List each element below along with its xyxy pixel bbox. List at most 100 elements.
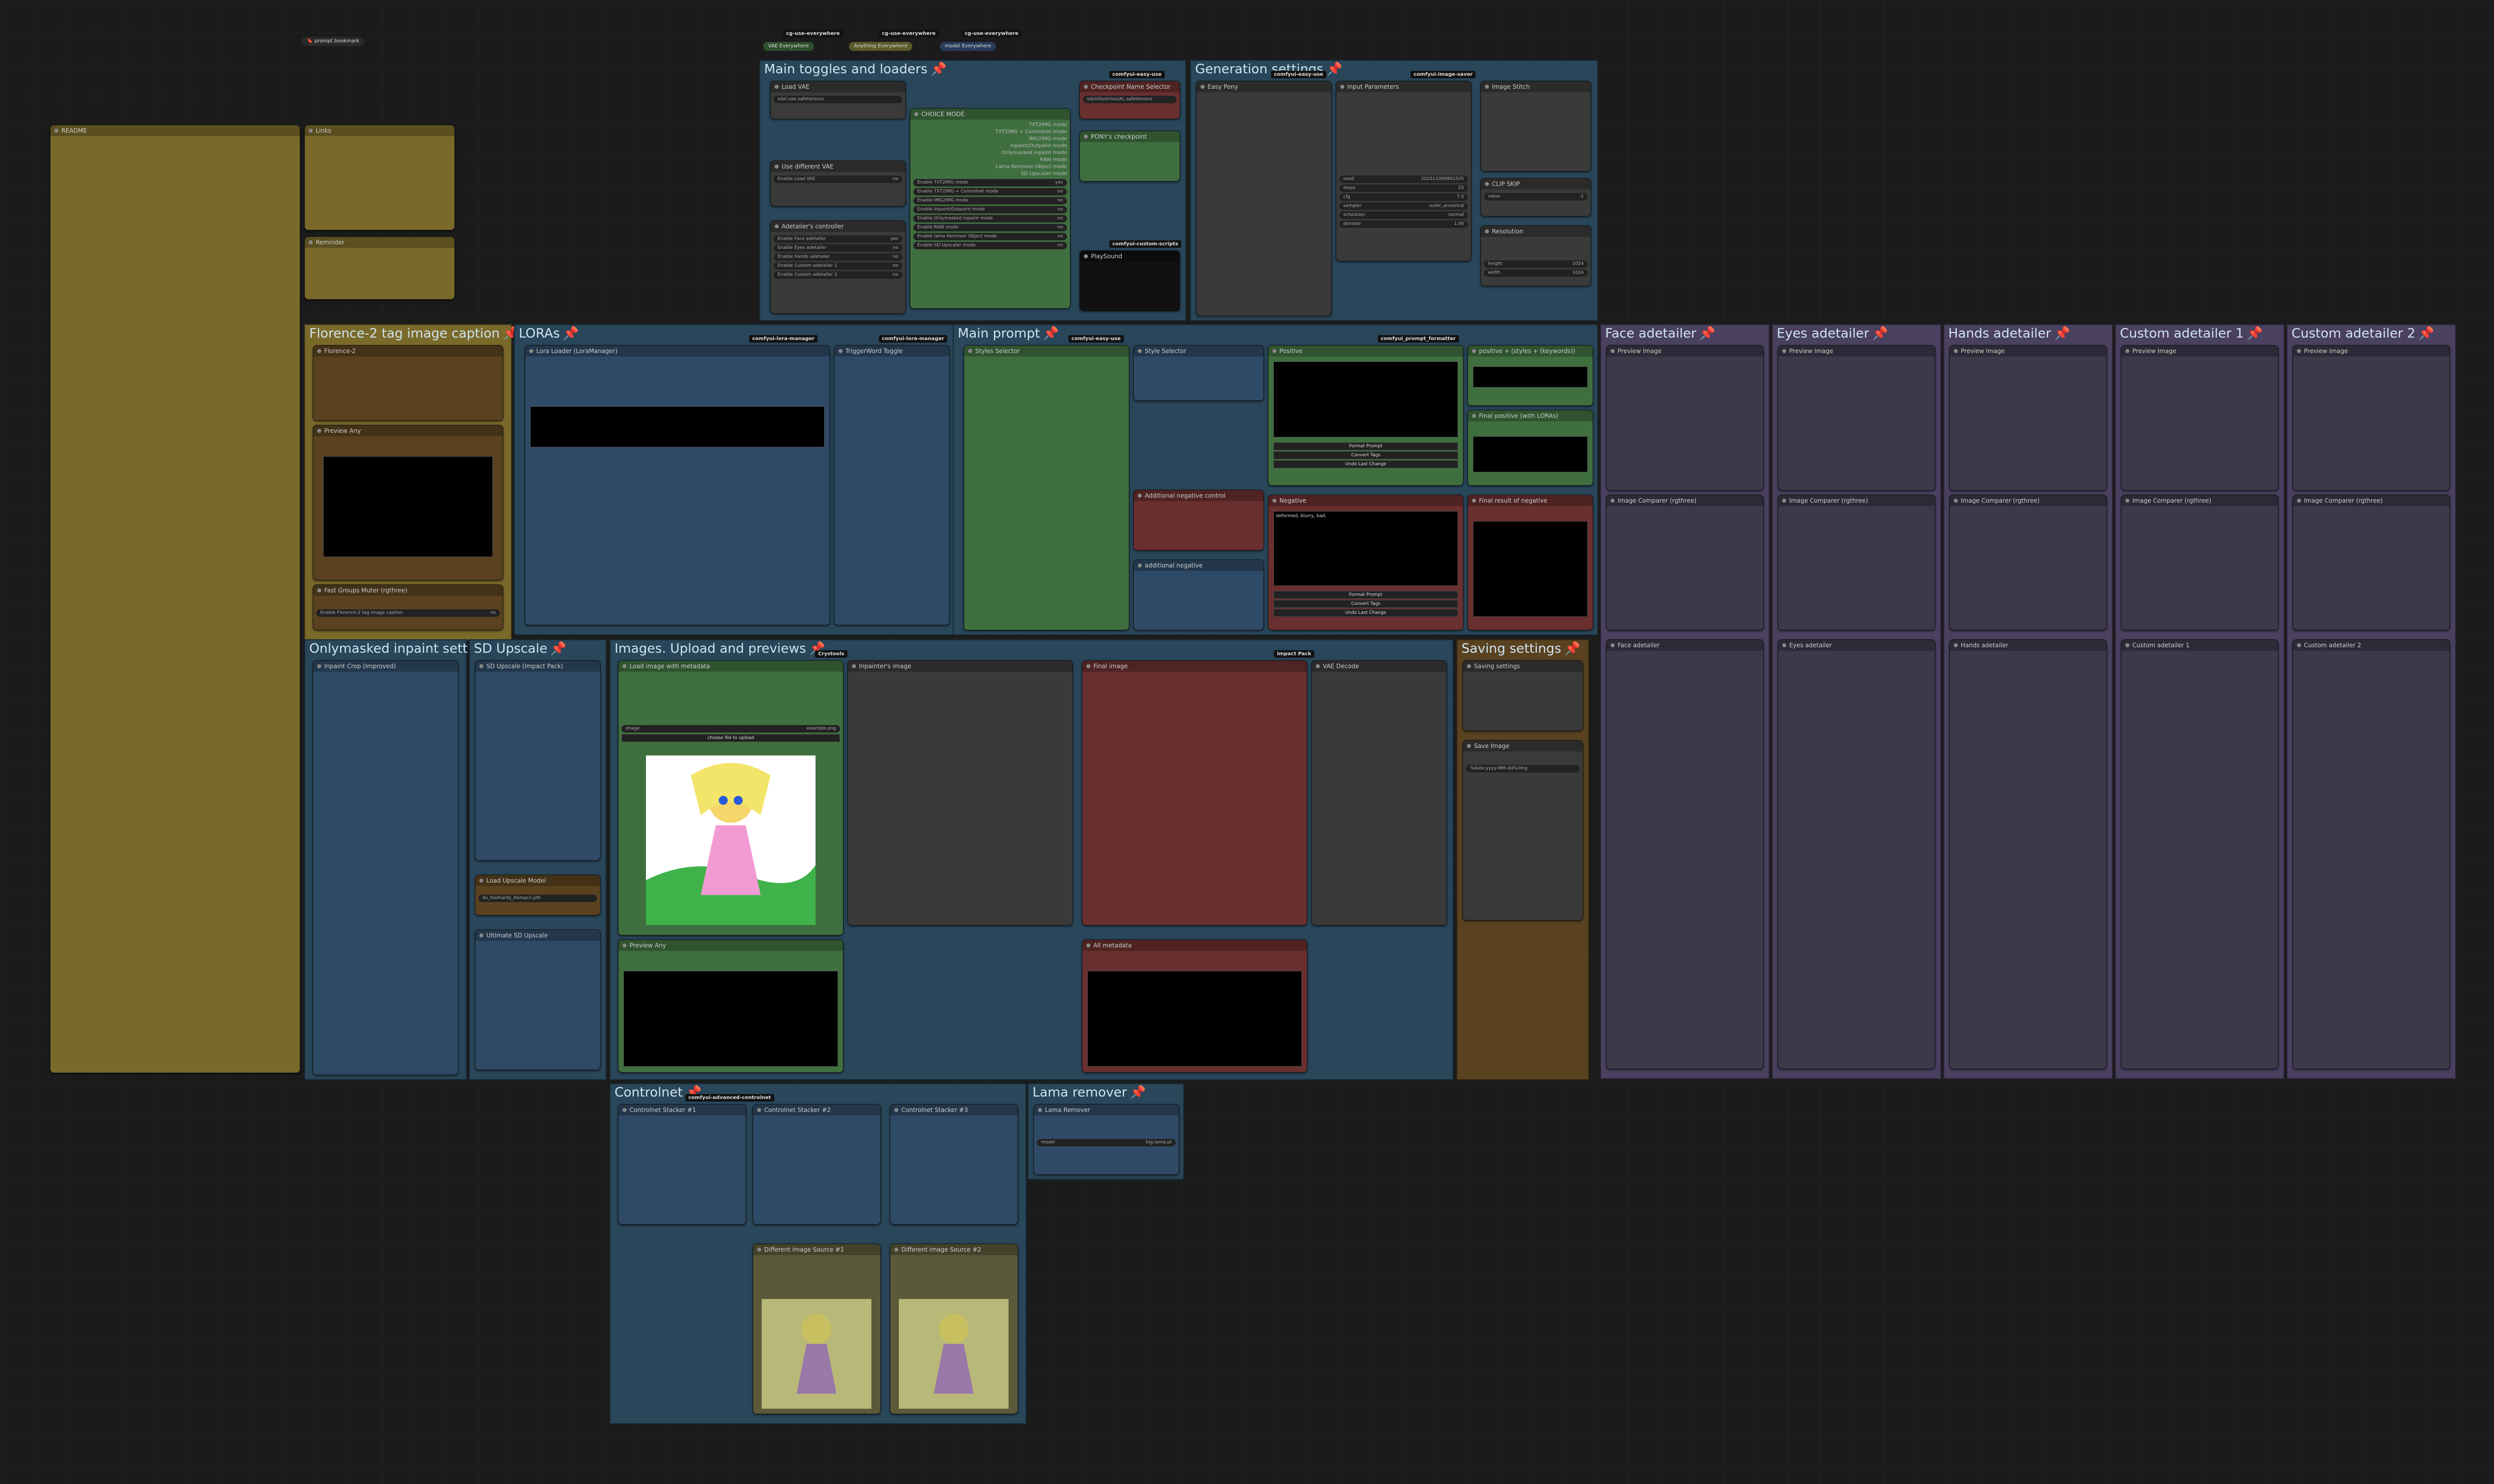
mode-toggle[interactable]: Enable Inpaint/Outpaint mode no: [913, 206, 1067, 213]
ckpt-selector-node[interactable]: Checkpoint Name Selector sdxl/illustriou…: [1079, 81, 1180, 119]
cn-stacker-1[interactable]: Controlnet Stacker #1: [618, 1104, 746, 1225]
custom2-image-comparer[interactable]: Image Comparer (rgthree): [2292, 495, 2450, 630]
group-custom1-adetailer[interactable]: Custom adetailer 1 📌 Preview Image Image Co…: [2115, 324, 2285, 1079]
sampler-widget[interactable]: sampler euler_ancestral: [1339, 202, 1468, 210]
diff-image-2[interactable]: Different image Source #2: [890, 1244, 1018, 1414]
scheduler-widget[interactable]: scheduler normal: [1339, 211, 1468, 219]
florence-toggle[interactable]: Enable Florence-2 tag image caption no: [316, 609, 500, 617]
hands-image-comparer[interactable]: Image Comparer (rgthree): [1949, 495, 2107, 630]
input-params-node[interactable]: Input Parameters seed 202511009801505 ste…: [1336, 81, 1471, 261]
undo-button[interactable]: Undo Last Change: [1273, 460, 1458, 468]
workflow-canvas[interactable]: 🔖 prompt bookmark cg-use-everywhere cg-u…: [0, 0, 2494, 1484]
cn-stacker-2[interactable]: Controlnet Stacker #2: [753, 1104, 881, 1225]
group-hands-adetailer[interactable]: Hands adetailer 📌 Preview Image Image Compa…: [1943, 324, 2113, 1079]
height-widget[interactable]: height 1024: [1484, 260, 1588, 268]
reminder-node[interactable]: Reminder: [304, 236, 455, 300]
negative-textarea[interactable]: deformed, blurry, bad,: [1273, 511, 1458, 586]
hands-preview-image[interactable]: Preview Image: [1949, 345, 2107, 491]
enable-load-vae-toggle[interactable]: Enable Load VAE no: [774, 176, 902, 183]
eyes-image-comparer[interactable]: Image Comparer (rgthree): [1778, 495, 1935, 630]
final-image-node[interactable]: Final image: [1082, 660, 1307, 926]
use-diff-vae-node[interactable]: Use different VAE Enable Load VAE no: [770, 161, 906, 206]
saving-settings-node[interactable]: Saving settings: [1462, 660, 1583, 731]
face-preview-image[interactable]: Preview Image: [1606, 345, 1764, 491]
group-images[interactable]: Images. Upload and previews 📌 Load image …: [610, 639, 1454, 1080]
lora-list-area[interactable]: [530, 406, 825, 447]
undo-button-neg[interactable]: Undo Last Change: [1273, 609, 1458, 617]
load-upscale-node[interactable]: Load Upscale Model 4x_foolhardy_Remacri.…: [475, 875, 601, 916]
florence2-node[interactable]: Florence-2: [313, 345, 503, 421]
load-vae-node[interactable]: Load VAE sdxl.vae.safetensors: [770, 81, 906, 119]
face-image-comparer[interactable]: Image Comparer (rgthree): [1606, 495, 1764, 630]
ckpt-widget[interactable]: sdxl/illustriousXL.safetensors: [1083, 96, 1177, 103]
group-controlnet[interactable]: Controlnet 📌 Controlnet Stacker #1 Contro…: [610, 1083, 1027, 1424]
custom2-adetailer-node[interactable]: Custom adetailer 2: [2292, 639, 2450, 1069]
pony-ckpt-node[interactable]: PONY's checkpoint: [1079, 131, 1180, 182]
easy-pony-node[interactable]: Easy Pony: [1196, 81, 1332, 316]
custom1-preview-image[interactable]: Preview Image: [2121, 345, 2279, 491]
convert-tags-button-neg[interactable]: Convert Tags: [1273, 600, 1458, 608]
adetailer-toggle[interactable]: Enable Hands adetailer no: [774, 253, 902, 261]
cn-stacker-3[interactable]: Controlnet Stacker #3: [890, 1104, 1018, 1225]
group-face-adetailer[interactable]: Face adetailer 📌 Preview Image Image Compar…: [1600, 324, 1770, 1079]
group-florence[interactable]: Florence-2 tag image caption 📌 Florence-2…: [304, 324, 519, 640]
style-selector-node[interactable]: Style Selector: [1133, 345, 1264, 401]
group-eyes-adetailer[interactable]: Eyes adetailer 📌 Preview Image Image Compar…: [1772, 324, 1941, 1079]
inpainters-image-node[interactable]: Inpainter's image: [847, 660, 1073, 926]
save-image-node[interactable]: Save Image %date:yyyy-MM-dd%/img: [1462, 740, 1583, 921]
convert-tags-button[interactable]: Convert Tags: [1273, 451, 1458, 459]
styles-selector-node[interactable]: Styles Selector: [964, 345, 1129, 630]
custom1-image-comparer[interactable]: Image Comparer (rgthree): [2121, 495, 2279, 630]
group-main-toggles[interactable]: Main toggles and loaders 📌 Load VAE sdxl.…: [759, 60, 1186, 321]
group-lama[interactable]: Lama remover 📌 Lama Remover model big-lama…: [1028, 1083, 1184, 1180]
bookmark-node[interactable]: 🔖 prompt bookmark: [302, 37, 365, 46]
final-positive-node[interactable]: Final positive (with LORAs): [1467, 410, 1593, 486]
preview-any2-node[interactable]: Preview Any: [618, 939, 843, 1073]
image-stitch-node[interactable]: Image Stitch: [1480, 81, 1591, 172]
vae-everywhere-node[interactable]: VAE Everywhere: [763, 42, 814, 51]
load-image-node[interactable]: Load image with metadata image example.pn…: [618, 660, 843, 935]
adetailer-toggle[interactable]: Enable Face adetailer yes: [774, 235, 902, 243]
additional-negative-node[interactable]: Additional negative control: [1133, 490, 1264, 551]
adetailer-toggle[interactable]: Enable Custom adetailer 1 no: [774, 262, 902, 270]
resolution-node[interactable]: Resolution height 1024 width 1024: [1480, 225, 1591, 286]
image-file-widget[interactable]: image example.png: [622, 725, 840, 733]
eyes-adetailer-node[interactable]: Eyes adetailer: [1778, 639, 1935, 1069]
mode-toggle[interactable]: Enable TXT2IMG mode yes: [913, 179, 1067, 186]
upscale-image-node[interactable]: Ultimate SD Upscale: [475, 929, 601, 1070]
width-widget[interactable]: width 1024: [1484, 269, 1588, 277]
group-generation[interactable]: Generation settings 📌 Easy Pony Input Par…: [1190, 60, 1598, 321]
group-saving[interactable]: Saving settings 📌 Saving settings Save Im…: [1456, 639, 1589, 1080]
diff-image-1[interactable]: Different image Source #1: [753, 1244, 881, 1414]
hands-adetailer-node[interactable]: Hands adetailer: [1949, 639, 2107, 1069]
vae-decode-node[interactable]: VAE Decode: [1311, 660, 1447, 926]
cfg-widget[interactable]: cfg 7.5: [1339, 193, 1468, 201]
mode-toggle[interactable]: Enable lama Remover Object mode no: [913, 233, 1067, 240]
lama-model-widget[interactable]: model big-lama.pt: [1037, 1139, 1176, 1146]
group-custom2-adetailer[interactable]: Custom adetailer 2 📌 Preview Image Image Co…: [2286, 324, 2456, 1079]
mode-toggle[interactable]: Enable RAW mode no: [913, 224, 1067, 231]
mode-toggle[interactable]: Enable TXT2IMG + Controlnet mode no: [913, 188, 1067, 195]
mode-toggle[interactable]: Enable IMG2IMG mode no: [913, 197, 1067, 204]
adetailer-toggle[interactable]: Enable Custom adetailer 2 no: [774, 271, 902, 279]
custom2-preview-image[interactable]: Preview Image: [2292, 345, 2450, 491]
custom1-adetailer-node[interactable]: Custom adetailer 1: [2121, 639, 2279, 1069]
readme-node[interactable]: README: [50, 125, 300, 1073]
eyes-preview-image[interactable]: Preview Image: [1778, 345, 1935, 491]
format-prompt-button-neg[interactable]: Format Prompt: [1273, 591, 1458, 599]
negative-node[interactable]: Negative deformed, blurry, bad, Format P…: [1268, 495, 1463, 630]
vae-name-widget[interactable]: sdxl.vae.safetensors: [774, 96, 902, 103]
playsound-node[interactable]: PlaySound: [1079, 250, 1180, 311]
final-negative-node[interactable]: Final result of negative: [1467, 495, 1593, 630]
mode-toggle[interactable]: Enable Onlymasked inpaint mode no: [913, 215, 1067, 222]
anything-everywhere-node[interactable]: Anything Everywhere: [849, 42, 913, 51]
fast-groups-node[interactable]: Fast Groups Muter (rgthree) Enable Flore…: [313, 584, 503, 630]
face-adetailer-node[interactable]: Face adetailer: [1606, 639, 1764, 1069]
group-sd-upscale[interactable]: SD Upscale 📌 SD Upscale (Impact Pack) Loa…: [469, 639, 607, 1080]
lora-loader-node[interactable]: Lora Loader (LoraManager): [525, 345, 830, 625]
lama-node[interactable]: Lama Remover model big-lama.pt: [1034, 1104, 1179, 1175]
seed-widget[interactable]: seed 202511009801505: [1339, 176, 1468, 183]
denoise-widget[interactable]: denoise 1.00: [1339, 220, 1468, 228]
links-node[interactable]: Links: [304, 125, 455, 230]
additional-negative-2-node[interactable]: additional negative: [1133, 559, 1264, 630]
